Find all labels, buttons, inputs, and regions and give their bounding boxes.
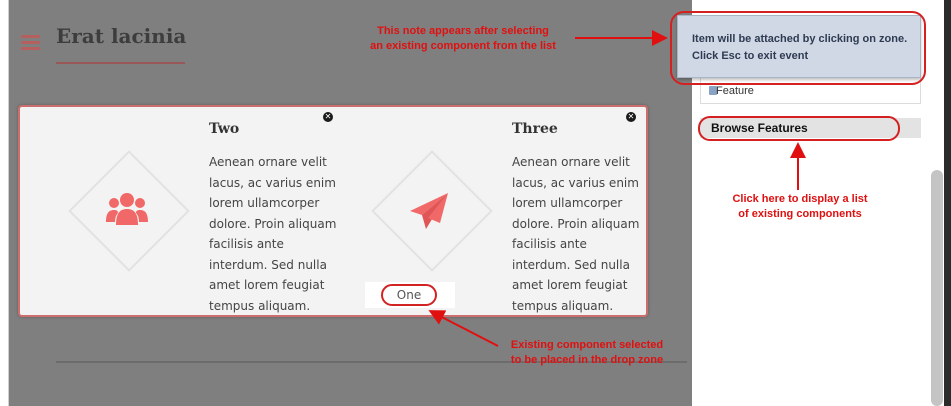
note-callout: This note appears after selecting an exi… <box>360 24 566 54</box>
users-icon <box>104 189 150 234</box>
feature-description: Aenean ornare velit lacus, ac varius eni… <box>209 155 337 313</box>
feature-description: Aenean ornare velit lacus, ac varius eni… <box>512 155 640 313</box>
paper-plane-icon <box>408 191 450 236</box>
right-window-edge <box>944 0 951 406</box>
close-icon[interactable]: ✕ <box>323 112 333 122</box>
selected-component-label[interactable]: One <box>381 284 437 306</box>
title-underline <box>56 62 185 64</box>
sidebar-scrollbar[interactable] <box>931 170 943 406</box>
close-icon[interactable]: ✕ <box>626 112 636 122</box>
browse-highlight <box>698 116 900 141</box>
component-callout: Existing component selected to be placed… <box>500 338 674 368</box>
drop-zone[interactable]: Two Aenean ornare velit lacus, ac varius… <box>18 105 648 317</box>
note-highlight <box>670 11 926 85</box>
browse-callout-line: of existing components <box>738 208 862 220</box>
feature-list-item[interactable]: Feature <box>716 85 754 97</box>
note-callout-line: This note appears after selecting <box>377 25 549 37</box>
note-callout-line: an existing component from the list <box>370 40 556 52</box>
browse-callout-line: Click here to display a list <box>732 193 868 205</box>
component-callout-line: Existing component selected <box>510 339 664 351</box>
component-callout-line: to be placed in the drop zone <box>510 354 664 366</box>
page-title: Erat lacinia <box>56 24 187 48</box>
browse-callout: Click here to display a list of existing… <box>720 192 880 222</box>
feature-title: Three <box>512 121 558 137</box>
feature-title: Two <box>209 121 240 137</box>
hamburger-menu-icon[interactable] <box>21 35 40 50</box>
